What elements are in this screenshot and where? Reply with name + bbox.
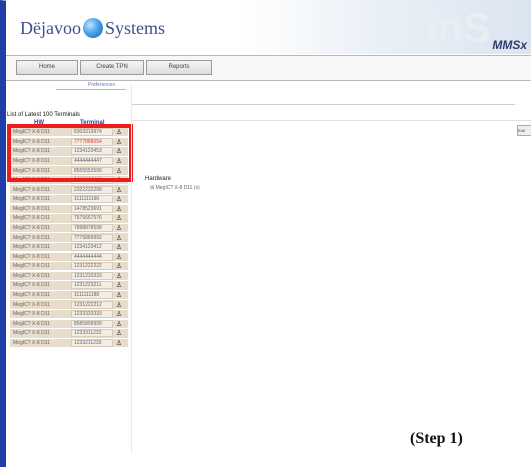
user-icon[interactable]: ♙: [113, 224, 125, 232]
divider: [56, 89, 126, 90]
row-terminal-link[interactable]: 1231223211: [71, 281, 113, 290]
logo: Dëjavoo Systems: [20, 18, 165, 39]
row-hw: MegIC? X-8 D11: [13, 282, 50, 289]
row-terminal-link[interactable]: 1478523691: [71, 204, 113, 213]
brand-title: MMSx: [492, 38, 527, 52]
reports-button[interactable]: Reports: [146, 60, 212, 75]
user-icon[interactable]: ♙: [113, 329, 125, 337]
row-hw: MegIC? X-8 D11: [13, 330, 50, 337]
terminal-list-title: List of Latest 100 Terminals: [7, 112, 80, 118]
row-hw: MegIC? X-8 D11: [13, 339, 50, 346]
row-hw: MegIC? X-8 D11: [13, 186, 50, 193]
row-hw: MegIC? X-8 D11: [13, 215, 50, 222]
user-icon[interactable]: ♙: [113, 253, 125, 261]
user-icon[interactable]: ♙: [113, 320, 125, 328]
row-hw: MegIC? X-8 D11: [13, 205, 50, 212]
table-row[interactable]: MegIC? X-8 D11 1231222212 ♙: [10, 300, 128, 310]
row-hw: MegIC? X-8 D11: [13, 234, 50, 241]
table-row[interactable]: MegIC? X-8 D11 1233333333 ♙: [10, 309, 128, 320]
highlight-box: [7, 124, 133, 182]
user-icon[interactable]: ♙: [113, 186, 125, 194]
home-button[interactable]: Home: [16, 60, 78, 75]
user-icon[interactable]: ♙: [113, 291, 125, 299]
user-icon[interactable]: ♙: [113, 281, 125, 289]
row-terminal-link[interactable]: 1234123412: [71, 243, 113, 252]
table-row[interactable]: MegIC? X-8 D11 7675667576 ♙: [10, 214, 128, 224]
user-icon[interactable]: ♙: [113, 195, 125, 203]
user-icon[interactable]: ♙: [113, 214, 125, 222]
table-row[interactable]: MegIC? X-8 D11 1111111190 ♙: [10, 195, 128, 205]
divider: [131, 84, 132, 454]
row-terminal-link[interactable]: 1111111190: [71, 195, 113, 204]
table-row[interactable]: MegIC? X-8 D11 1231233333 ♙: [10, 271, 128, 282]
divider: [132, 104, 515, 105]
table-row[interactable]: MegIC? X-8 D11 7775889992 ♙: [10, 233, 128, 243]
user-icon[interactable]: ♙: [113, 205, 125, 213]
row-hw: MegIC? X-8 D11: [13, 253, 50, 260]
user-icon[interactable]: ♙: [113, 243, 125, 251]
row-hw: MegIC? X-8 D11: [13, 301, 50, 308]
user-icon[interactable]: ♙: [113, 234, 125, 242]
row-hw: MegIC? X-8 D11: [13, 320, 50, 327]
logo-text-right: Systems: [104, 18, 165, 38]
hardware-item-label: MegIC? X-8 D11 (x): [155, 185, 200, 191]
table-row[interactable]: MegIC? X-8 D11 8585899999 ♙: [10, 319, 128, 329]
table-row[interactable]: MegIC? X-8 D11 7898878598 ♙: [10, 223, 128, 234]
row-terminal-link[interactable]: 1231222222: [71, 262, 113, 271]
user-icon[interactable]: ♙: [113, 339, 125, 347]
row-terminal-link[interactable]: 8585899999: [71, 319, 113, 328]
row-terminal-link[interactable]: 4444444444: [71, 252, 113, 261]
table-row[interactable]: MegIC? X-8 D11 4444444444 ♙: [10, 252, 128, 262]
table-row[interactable]: MegIC? X-8 D11 1233311232 ♙: [10, 329, 128, 339]
row-terminal-link[interactable]: 1231233333: [71, 271, 113, 280]
row-terminal-link[interactable]: 7675667576: [71, 214, 113, 223]
row-hw: MegIC? X-8 D11: [13, 244, 50, 251]
preferences-link[interactable]: Preferences: [88, 82, 115, 88]
header: dinS Dëjavoo Systems MMSx: [6, 0, 531, 54]
table-row[interactable]: MegIC? X-8 D11 1234123412 ♙: [10, 242, 128, 253]
table-row[interactable]: MegIC? X-8 D11 1233211233 ♙: [10, 338, 128, 349]
divider: [132, 120, 531, 121]
nav-bar: Home Create TPN Reports: [6, 55, 531, 81]
row-terminal-link[interactable]: 1233211233: [71, 338, 113, 347]
user-icon[interactable]: ♙: [113, 301, 125, 309]
create-tpn-button[interactable]: Create TPN: [80, 60, 144, 75]
row-hw: MegIC? X-8 D11: [13, 196, 50, 203]
table-row[interactable]: MegIC? X-8 D11 1111111188 ♙: [10, 290, 128, 301]
table-row[interactable]: MegIC? X-8 D11 2322222299 ♙: [10, 185, 128, 195]
hardware-label: Hardware: [145, 176, 172, 182]
globe-icon: [82, 18, 103, 38]
table-row[interactable]: MegIC? X-8 D11 1478523691 ♙: [10, 204, 128, 215]
row-terminal-link[interactable]: 1233333333: [71, 310, 113, 319]
row-terminal-link[interactable]: 7775889992: [71, 233, 113, 242]
row-terminal-link[interactable]: 2322222299: [71, 185, 113, 194]
hardware-tree-item[interactable]: ⊞ MegIC? X-8 D11 (x): [150, 185, 200, 191]
logo-text-left: Dëjavoo: [20, 18, 81, 38]
table-row[interactable]: MegIC? X-8 D11 1231222222 ♙: [10, 262, 128, 272]
row-hw: MegIC? X-8 D11: [13, 272, 50, 279]
edit-button[interactable]: Edit: [517, 125, 531, 136]
row-terminal-link[interactable]: 1231222212: [71, 300, 113, 309]
header-watermark: dinS: [400, 4, 491, 51]
row-terminal-link[interactable]: 7898878598: [71, 223, 113, 232]
user-icon[interactable]: ♙: [113, 272, 125, 280]
user-icon[interactable]: ♙: [113, 262, 125, 270]
step-label: (Step 1): [410, 430, 463, 447]
user-icon[interactable]: ♙: [113, 310, 125, 318]
row-hw: MegIC? X-8 D11: [13, 263, 50, 270]
table-row[interactable]: MegIC? X-8 D11 1231223211 ♙: [10, 281, 128, 291]
row-terminal-link[interactable]: 1233311232: [71, 329, 113, 338]
row-terminal-link[interactable]: 1111111188: [71, 291, 113, 300]
row-hw: MegIC? X-8 D11: [13, 224, 50, 231]
row-hw: MegIC? X-8 D11: [13, 311, 50, 318]
row-hw: MegIC? X-8 D11: [13, 292, 50, 299]
